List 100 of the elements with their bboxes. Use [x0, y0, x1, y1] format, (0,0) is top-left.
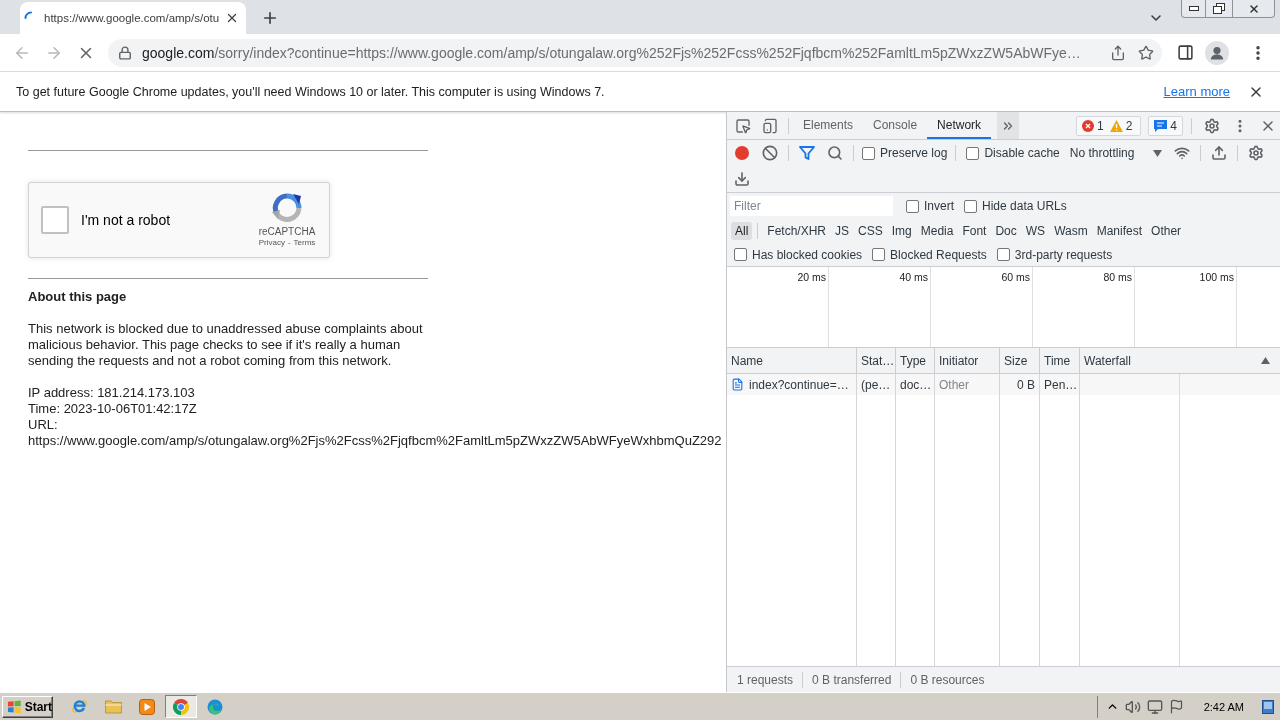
type-filter[interactable]: Doc	[991, 222, 1021, 240]
checkbox[interactable]	[862, 146, 875, 160]
column-header[interactable]: Type	[896, 348, 935, 374]
document-icon	[731, 378, 744, 391]
avatar-icon[interactable]	[1205, 40, 1229, 65]
checkbox[interactable]	[964, 199, 977, 213]
show-desktop-icon[interactable]	[1262, 699, 1274, 714]
captcha-link[interactable]: Privacy	[258, 238, 285, 248]
url-text: google.com/sorry/index?continue=https://www.google.com/amp/s/otungalaw.org%252Fjs%252Fcss%252Fjqfbcm%252FamltLm5pZWxzZW5AbWFye…	[142, 44, 1081, 61]
checkbox[interactable]	[906, 199, 919, 213]
checkbox-label: Disable cache	[984, 146, 1060, 160]
device-icon[interactable]	[762, 117, 778, 134]
checkbox-label: Blocked Requests	[890, 247, 987, 262]
filter-icon[interactable]	[799, 145, 815, 161]
checkbox-label: 3rd-party requests	[1014, 247, 1113, 262]
wifi-icon[interactable]	[1173, 145, 1190, 161]
tick-label: 60 ms	[1001, 271, 1030, 284]
checkbox[interactable]	[996, 248, 1010, 261]
more-tabs-button[interactable]	[997, 112, 1020, 139]
inspect-icon[interactable]	[735, 117, 751, 134]
status-text: 0 B resources	[910, 672, 985, 687]
status-text: 1 requests	[737, 672, 794, 687]
column-header[interactable]: Time	[1040, 348, 1080, 374]
column-header[interactable]: Stat…	[857, 348, 896, 374]
captcha-link[interactable]: Terms	[293, 238, 316, 248]
warning-icon	[1109, 119, 1123, 132]
learn-more-link[interactable]: Learn more	[1163, 84, 1230, 99]
captcha-checkbox[interactable]	[41, 206, 69, 234]
address-bar[interactable]: google.com/sorry/index?continue=https://www.google.com/amp/s/otungalaw.org%252Fjs%252Fcss%252Fjqfbcm%252FamltLm5pZWxzZW5AbWFye…	[108, 38, 1162, 67]
dropdown-caret-icon	[1152, 149, 1162, 157]
detail-line: https://www.google.com/amp/s/otungalaw.org%2Fjs%2Fcss%2Fjqfbcm%2FamltLm5pZWxzZW5AbWFyeWxhbmQuZ292	[28, 433, 722, 449]
table-cell: (pe…	[857, 374, 896, 395]
folder-icon	[104, 699, 122, 714]
settings-icon[interactable]	[1247, 145, 1264, 161]
table-cell[interactable]: index?continue=…	[727, 374, 857, 395]
close-icon[interactable]	[225, 11, 239, 25]
devtools-tab[interactable]: Console	[863, 112, 928, 139]
column-header[interactable]: Initiator	[935, 348, 1000, 374]
status-text: 0 B transferred	[812, 672, 892, 687]
update-message: To get future Google Chrome updates, you'll need Windows 10 or later. This computer is using Windows 7.	[16, 84, 605, 99]
browser-e-icon	[70, 698, 88, 715]
devtools-tab[interactable]: Elements	[793, 112, 864, 139]
table-cell: doc…	[896, 374, 935, 395]
sort-arrow-icon	[1261, 357, 1270, 364]
error-icon	[1081, 119, 1094, 132]
detail-line: IP address: 181.214.173.103	[28, 385, 195, 401]
messages-counter[interactable]: 4	[1148, 115, 1183, 136]
type-filter[interactable]: Media	[916, 222, 958, 240]
flag-icon[interactable]	[1168, 699, 1184, 714]
windows-flag-icon	[7, 699, 22, 714]
paragraph: This network is blocked due to unaddressed abuse complaints about malicious behavior. This page checks to see if it's really a human sending the requests and not a robot coming from this network.	[28, 321, 424, 369]
tick-label: 20 ms	[797, 271, 826, 284]
type-filter[interactable]: WS	[1021, 222, 1050, 240]
taskbar-button[interactable]	[165, 695, 197, 718]
clear-icon[interactable]	[762, 145, 778, 161]
checkbox[interactable]	[966, 146, 980, 160]
detail-line: URL:	[28, 417, 58, 433]
browser-tab[interactable]: https://www.google.com/amp/s/otu	[20, 2, 246, 34]
table-cell: Other	[935, 374, 1000, 395]
download-icon[interactable]	[734, 171, 750, 187]
lock-icon[interactable]	[118, 45, 132, 60]
type-filter[interactable]: Img	[887, 222, 916, 240]
type-filter[interactable]: Manifest	[1092, 222, 1147, 240]
star-icon[interactable]	[1138, 44, 1154, 61]
type-filter[interactable]: All	[731, 222, 753, 240]
checkbox-label: Hide data URLs	[982, 199, 1067, 213]
type-filter[interactable]: Font	[958, 222, 991, 240]
filter-input[interactable]: Filter	[730, 196, 893, 216]
new-tab-icon[interactable]	[261, 9, 279, 27]
browser-ring-icon	[173, 698, 189, 715]
settings-icon[interactable]	[1204, 117, 1220, 134]
circular-arrows-logo	[271, 192, 303, 224]
monitor-icon[interactable]	[1146, 698, 1163, 715]
throttling-select[interactable]: No throttling	[1067, 146, 1168, 160]
checkbox-label: Preserve log	[880, 146, 948, 160]
column-header[interactable]: Size	[1000, 348, 1040, 374]
type-filter[interactable]: CSS	[854, 222, 887, 240]
type-filter[interactable]: Fetch/XHR	[763, 222, 831, 240]
share-icon[interactable]	[1110, 44, 1126, 61]
search-icon[interactable]	[827, 145, 843, 161]
minimize-icon	[1188, 6, 1199, 11]
checkbox[interactable]	[872, 248, 886, 261]
record-icon[interactable]	[735, 146, 749, 160]
start-button[interactable]: Start	[2, 695, 53, 718]
checkbox[interactable]	[734, 248, 747, 261]
column-header[interactable]: Name	[727, 348, 857, 374]
issues-counter[interactable]: 1 2	[1075, 115, 1142, 136]
type-filter[interactable]: Other	[1147, 222, 1186, 240]
upload-icon[interactable]	[1210, 145, 1227, 161]
tick-label: 40 ms	[899, 271, 928, 284]
column-header[interactable]: Waterfall	[1080, 348, 1280, 374]
side-panel-icon[interactable]	[1176, 44, 1194, 61]
captcha-label: I'm not a robot	[81, 212, 171, 228]
restore-icon	[1213, 3, 1225, 14]
speaker-icon[interactable]	[1124, 698, 1141, 715]
clock: 2:42 AM	[1203, 700, 1244, 713]
table-cell: 0 B	[1000, 374, 1040, 395]
type-filter[interactable]: Wasm	[1050, 222, 1092, 240]
browser-swirl-icon	[207, 698, 223, 715]
type-filter[interactable]: JS	[831, 222, 854, 240]
